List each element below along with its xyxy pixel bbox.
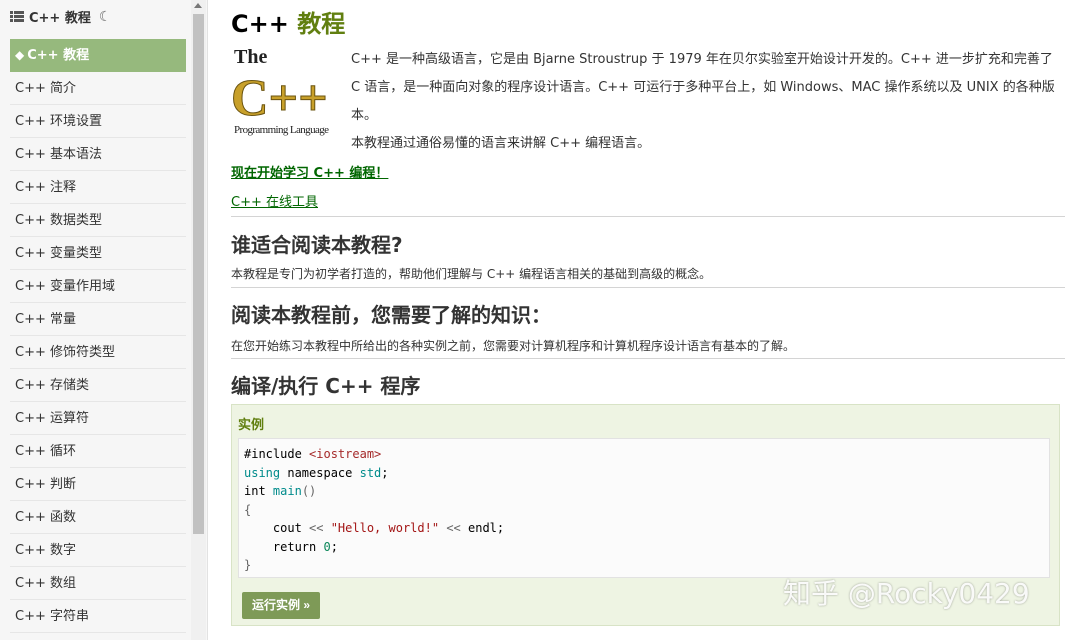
sidebar: C++ 教程 ☾ ◆ C++ 教程 C++ 简介 C++ 环境设置 C++ 基本语… (0, 0, 208, 640)
logo-text-middle: C++ (231, 70, 328, 127)
section-heading-audience: 谁适合阅读本教程? (231, 233, 403, 257)
code-line: #include <iostream> (244, 445, 1044, 464)
scrollbar-thumb[interactable] (193, 14, 204, 534)
code-block[interactable]: #include <iostream> using namespace std;… (238, 438, 1050, 578)
sidebar-item-basic-syntax[interactable]: C++ 基本语法 (10, 138, 186, 171)
example-title: 实例 (238, 418, 265, 433)
code-token: ; (330, 539, 338, 554)
code-token: << (309, 521, 324, 535)
code-token: cout (244, 521, 310, 535)
section-heading-compile: 编译/执行 C++ 程序 (231, 374, 421, 398)
divider (231, 358, 1065, 359)
code-line: { (244, 502, 252, 517)
code-token: 0 (323, 539, 331, 554)
cpp-logo: The C++ Programming Language (231, 46, 329, 136)
code-token: int (244, 484, 266, 498)
sidebar-item-cpp-tutorial[interactable]: ◆ C++ 教程 (10, 39, 186, 72)
logo-text-bottom: Programming Language (234, 124, 329, 136)
sidebar-header-title: C++ 教程 (29, 11, 91, 26)
sidebar-item-variable-scope[interactable]: C++ 变量作用域 (10, 270, 186, 303)
sidebar-item-label: C++ 教程 (27, 48, 90, 63)
page-title: C++ 教程 (231, 4, 345, 39)
intro-text: C++ 是一种高级语言，它是由 Bjarne Stroustrup 于 1979… (351, 46, 1066, 158)
sidebar-item-strings[interactable]: C++ 字符串 (10, 600, 186, 633)
sidebar-header: C++ 教程 ☾ (0, 0, 188, 33)
code-token: ; (381, 465, 389, 480)
run-example-button[interactable]: 运行实例 » (242, 592, 321, 619)
sidebar-scrollbar[interactable] (191, 0, 206, 640)
code-token: std (359, 465, 382, 480)
sidebar-nav: ◆ C++ 教程 C++ 简介 C++ 环境设置 C++ 基本语法 C++ 注释 … (10, 39, 186, 633)
sidebar-item-decisions[interactable]: C++ 判断 (10, 468, 186, 501)
code-token: "Hello, world!" (323, 521, 447, 535)
moon-icon[interactable]: ☾ (99, 9, 112, 25)
code-token: using (244, 465, 281, 480)
sidebar-item-storage-classes[interactable]: C++ 存储类 (10, 369, 186, 402)
list-icon (10, 11, 24, 22)
logo-text-top: The (234, 46, 267, 68)
code-line: int main() (244, 482, 1044, 501)
code-token: << (446, 521, 461, 535)
intro-paragraph: C++ 是一种高级语言，它是由 Bjarne Stroustrup 于 1979… (351, 52, 1055, 123)
code-line: cout << "Hello, world!" << endl; (244, 519, 1044, 538)
sidebar-item-functions[interactable]: C++ 函数 (10, 501, 186, 534)
code-line: using namespace std; (244, 464, 1044, 483)
sidebar-item-data-types[interactable]: C++ 数据类型 (10, 204, 186, 237)
page-title-prefix: C++ (231, 10, 289, 38)
code-token: main (272, 484, 302, 498)
online-tools-link[interactable]: C++ 在线工具 (231, 191, 318, 210)
sidebar-item-arrays[interactable]: C++ 数组 (10, 567, 186, 600)
section-text-audience: 本教程是专门为初学者打造的，帮助他们理解与 C++ 编程语言相关的基础到高级的概… (231, 267, 712, 281)
section-text-prerequisites: 在您开始练习本教程中所给出的各种实例之前，您需要对计算机程序和计算机程序设计语言… (231, 339, 796, 353)
page-title-accent: 教程 (297, 10, 346, 38)
sidebar-item-environment[interactable]: C++ 环境设置 (10, 105, 186, 138)
sidebar-item-numbers[interactable]: C++ 数字 (10, 534, 186, 567)
scroll-up-arrow-icon[interactable] (194, 3, 202, 8)
code-token: return (244, 539, 324, 554)
sidebar-item-operators[interactable]: C++ 运算符 (10, 402, 186, 435)
sidebar-item-variable-types[interactable]: C++ 变量类型 (10, 237, 186, 270)
code-token: #include (244, 447, 310, 461)
code-token: endl; (460, 521, 505, 535)
code-token: () (301, 484, 317, 498)
main-content: C++ 教程 The C++ Programming Language C++ … (231, 0, 1066, 640)
intro-paragraph-2: 本教程通过通俗易懂的语言来讲解 C++ 编程语言。 (351, 136, 651, 151)
code-token: <iostream> (309, 447, 382, 461)
sidebar-item-constants[interactable]: C++ 常量 (10, 303, 186, 336)
code-token: namespace (280, 465, 360, 480)
watermark: 知乎 @Rocky0429 (783, 577, 1030, 610)
divider (231, 216, 1065, 217)
start-learning-link[interactable]: 现在开始学习 C++ 编程！ (231, 162, 388, 181)
sidebar-item-intro[interactable]: C++ 简介 (10, 72, 186, 105)
sidebar-item-comments[interactable]: C++ 注释 (10, 171, 186, 204)
tag-icon: ◆ (15, 48, 25, 62)
sidebar-item-loops[interactable]: C++ 循环 (10, 435, 186, 468)
code-line: return 0; (244, 538, 1044, 557)
divider (231, 287, 1065, 288)
sidebar-item-modifiers[interactable]: C++ 修饰符类型 (10, 336, 186, 369)
section-heading-prerequisites: 阅读本教程前，您需要了解的知识： (231, 303, 551, 327)
